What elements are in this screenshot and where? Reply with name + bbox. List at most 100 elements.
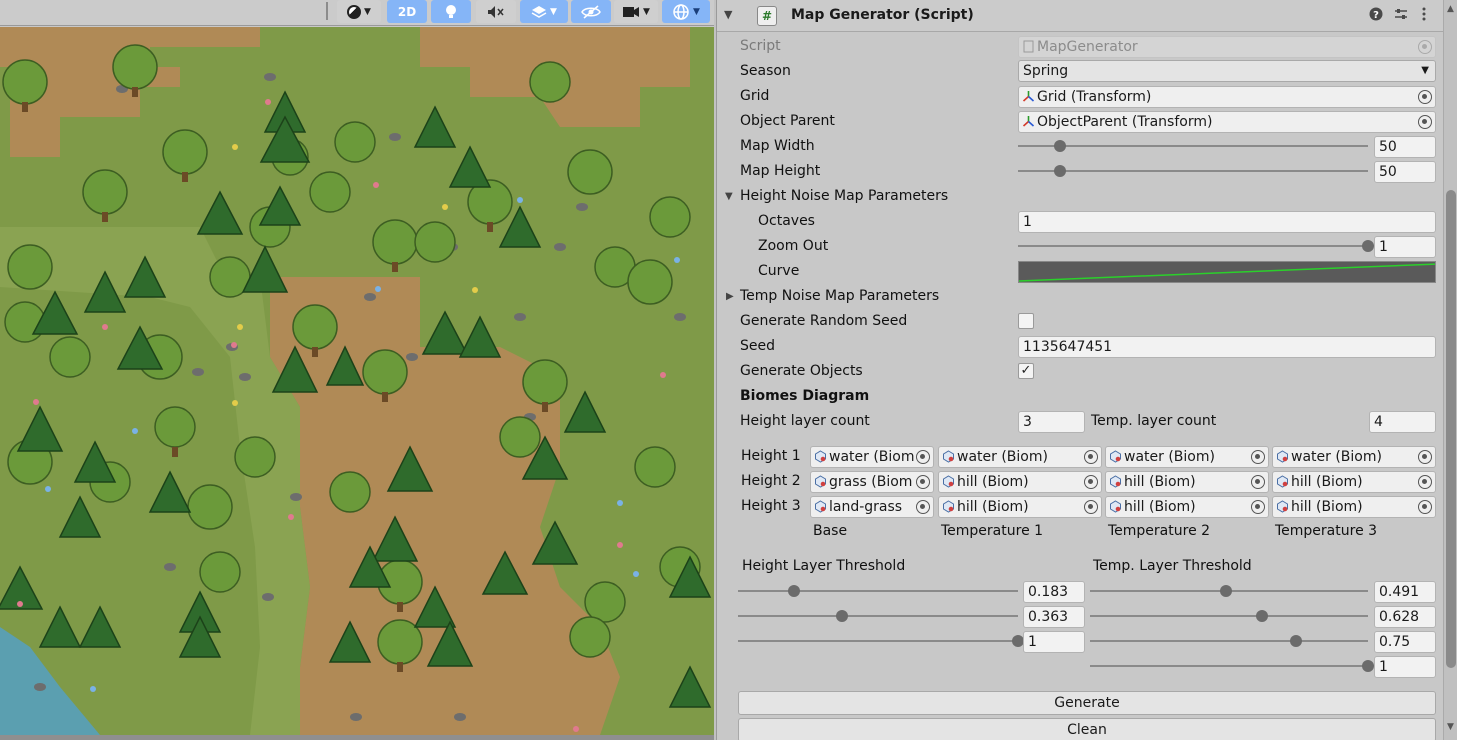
effects-toggle-button[interactable]: ▼ [520, 0, 568, 23]
biome-cell-value: land-grass [829, 499, 903, 515]
scriptable-object-icon [1277, 475, 1288, 488]
chevron-down-icon: ▼ [693, 6, 700, 17]
map-height-input[interactable]: 50 [1374, 161, 1436, 183]
temp-threshold-slider[interactable] [1090, 655, 1374, 677]
object-picker-icon[interactable] [1251, 500, 1265, 514]
biome-cell-field[interactable]: water (Biom) [938, 446, 1102, 468]
object-picker-icon[interactable] [1084, 500, 1098, 514]
map-width-slider[interactable] [1018, 135, 1368, 157]
temp-threshold-slider[interactable] [1090, 605, 1368, 627]
biome-cell-field[interactable]: hill (Biom) [1105, 496, 1269, 518]
scriptable-object-icon [815, 500, 826, 513]
height-threshold-slider[interactable] [738, 580, 1018, 602]
biome-cell-field[interactable]: hill (Biom) [1105, 471, 1269, 493]
temp-threshold-input[interactable]: 0.75 [1374, 631, 1436, 653]
hidden-objects-toggle-button[interactable] [571, 0, 611, 23]
height-threshold-input[interactable]: 1 [1023, 631, 1085, 653]
height-threshold-slider[interactable] [738, 630, 1024, 652]
component-header[interactable]: ▼ # Map Generator (Script) ? [717, 0, 1443, 32]
help-icon[interactable]: ? [1369, 7, 1383, 25]
object-picker-icon[interactable] [1251, 475, 1265, 489]
camera-settings-button[interactable]: ▼ [614, 0, 658, 23]
object-picker-icon[interactable] [1084, 450, 1098, 464]
generate-random-seed-checkbox[interactable] [1018, 313, 1034, 329]
2d-mode-button[interactable]: 2D [387, 0, 427, 23]
object-picker-icon[interactable] [1084, 475, 1098, 489]
temp-threshold-input[interactable]: 0.491 [1374, 581, 1436, 603]
object-parent-field[interactable]: ObjectParent (Transform) [1018, 111, 1436, 133]
tilemap-scene-canvas[interactable] [0, 27, 714, 735]
scriptable-object-icon [815, 475, 826, 488]
temp-noise-foldout[interactable]: Temp Noise Map Parameters [740, 288, 939, 304]
audio-toggle-button[interactable] [476, 0, 516, 23]
shading-mode-button[interactable]: ▼ [337, 0, 381, 23]
octaves-input[interactable]: 1 [1018, 211, 1436, 233]
height-threshold-input[interactable]: 0.363 [1023, 606, 1085, 628]
slider-handle[interactable] [1054, 165, 1066, 177]
map-width-input[interactable]: 50 [1374, 136, 1436, 158]
scrollbar-thumb[interactable] [1446, 190, 1456, 668]
generate-objects-checkbox[interactable]: ✓ [1018, 363, 1034, 379]
generate-button[interactable]: Generate [738, 691, 1436, 715]
slider-track [1090, 640, 1368, 642]
scroll-down-arrow-icon[interactable]: ▼ [1447, 722, 1454, 732]
slider-handle[interactable] [1256, 610, 1269, 622]
biome-cell-field[interactable]: hill (Biom) [1272, 496, 1436, 518]
scriptable-object-icon [943, 500, 954, 513]
zoom-out-input[interactable]: 1 [1374, 236, 1436, 258]
season-dropdown[interactable]: Spring ▼ [1018, 60, 1436, 82]
biome-cell-field[interactable]: water (Biom) [1105, 446, 1269, 468]
object-picker-icon[interactable] [1418, 115, 1432, 129]
object-picker-icon[interactable] [1418, 90, 1432, 104]
kebab-menu-icon[interactable] [1421, 7, 1427, 25]
curve-field[interactable] [1018, 261, 1436, 283]
temp-threshold-slider[interactable] [1090, 580, 1368, 602]
temp-threshold-slider[interactable] [1090, 630, 1368, 652]
biome-cell-field[interactable]: water (Biom) [1272, 446, 1436, 468]
slider-handle[interactable] [835, 610, 848, 622]
slider-handle[interactable] [1220, 585, 1233, 597]
scroll-up-arrow-icon[interactable]: ▲ [1447, 4, 1454, 14]
biome-cell-field[interactable]: grass (Biom [810, 471, 934, 493]
biome-cell-field[interactable]: water (Biom [810, 446, 934, 468]
temp-threshold-input[interactable]: 1 [1374, 656, 1436, 678]
height-layer-count-input[interactable]: 3 [1018, 411, 1085, 433]
biome-cell-field[interactable]: land-grass [810, 496, 934, 518]
height-threshold-slider[interactable] [738, 605, 1018, 627]
slider-handle[interactable] [1054, 140, 1066, 152]
height-noise-foldout[interactable]: Height Noise Map Parameters [740, 188, 948, 204]
object-picker-icon[interactable] [916, 500, 930, 514]
slider-handle[interactable] [788, 585, 800, 597]
slider-handle[interactable] [1362, 660, 1374, 672]
grid-field[interactable]: Grid (Transform) [1018, 86, 1436, 108]
biome-cell-field[interactable]: hill (Biom) [938, 471, 1102, 493]
object-picker-icon[interactable] [1418, 475, 1432, 489]
object-picker-icon[interactable] [1418, 450, 1432, 464]
height-threshold-input[interactable]: 0.183 [1023, 581, 1085, 603]
gizmos-button[interactable]: ▼ [662, 0, 710, 23]
foldout-arrow-icon[interactable]: ▼ [724, 8, 732, 21]
temp-layer-count-input[interactable]: 4 [1369, 411, 1436, 433]
preset-sliders-icon[interactable] [1394, 7, 1408, 25]
biome-cell-field[interactable]: hill (Biom) [938, 496, 1102, 518]
zoom-out-slider[interactable] [1018, 235, 1374, 257]
slider-handle[interactable] [1362, 240, 1374, 252]
object-picker-icon[interactable] [1251, 450, 1265, 464]
biome-cell-field[interactable]: hill (Biom) [1272, 471, 1436, 493]
scene-view[interactable]: ▼ 2D ▼ ▼ ▼ [0, 0, 714, 740]
inspector-scrollbar[interactable]: ▲ ▼ [1443, 0, 1457, 740]
object-picker-icon[interactable] [1418, 500, 1432, 514]
height-layer-count-label: Height layer count [740, 413, 870, 429]
clean-button[interactable]: Clean [738, 718, 1436, 740]
seed-input[interactable]: 1135647451 [1018, 336, 1436, 358]
lighting-toggle-button[interactable] [431, 0, 471, 23]
object-picker-icon[interactable] [916, 450, 930, 464]
temp-threshold-input[interactable]: 0.628 [1374, 606, 1436, 628]
chevron-down-icon: ▼ [364, 6, 371, 17]
map-height-slider[interactable] [1018, 160, 1368, 182]
foldout-expanded-icon[interactable]: ▼ [725, 191, 733, 202]
object-picker-icon[interactable] [916, 475, 930, 489]
map-height-label: Map Height [740, 163, 821, 179]
slider-handle[interactable] [1289, 635, 1302, 647]
foldout-collapsed-icon[interactable]: ▶ [726, 291, 734, 302]
